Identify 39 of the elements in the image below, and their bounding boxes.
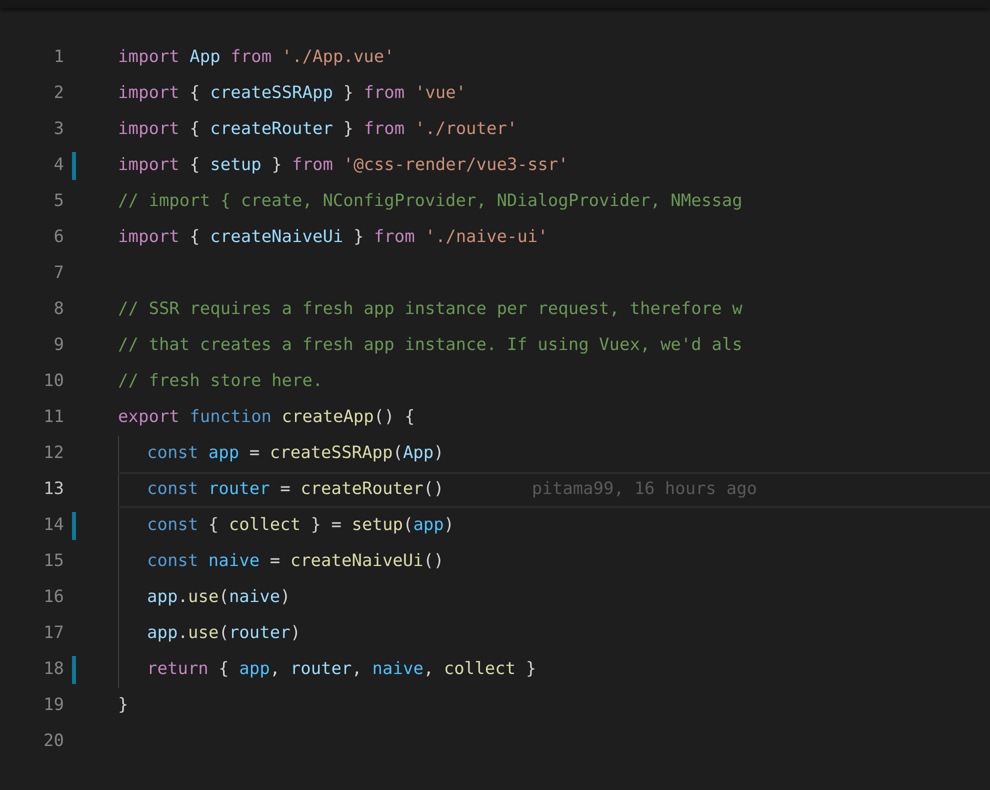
line-number: 8 xyxy=(52,298,64,322)
code-line: import { setup } from '@css-render/vue3-ssr' xyxy=(118,154,568,178)
line-number: 11 xyxy=(42,406,64,430)
line-number: 10 xyxy=(42,370,64,394)
code-line: // SSR requires a fresh app instance per request, therefore w xyxy=(118,298,742,322)
line-number: 17 xyxy=(42,622,64,646)
line-number: 7 xyxy=(52,262,64,286)
line-number: 16 xyxy=(42,586,64,610)
line-number: 20 xyxy=(42,730,64,754)
line-number: 3 xyxy=(52,118,64,142)
line-number: 5 xyxy=(52,190,64,214)
code-line: import { createSSRApp } from 'vue' xyxy=(118,82,466,106)
code-line: export function createApp() { xyxy=(118,406,415,430)
code-line: const app = createSSRApp(App) xyxy=(147,442,444,466)
line-number: 12 xyxy=(42,442,64,466)
code-line: import { createRouter } from './router' xyxy=(118,118,518,142)
line-number: 18 xyxy=(42,658,64,682)
code-line: app.use(router) xyxy=(147,622,301,646)
code-line: } xyxy=(118,694,128,718)
line-number: 1 xyxy=(52,46,64,70)
line-number: 19 xyxy=(42,694,64,718)
line-number: 6 xyxy=(52,226,64,250)
line-number: 2 xyxy=(52,82,64,106)
line-number: 4 xyxy=(52,154,64,178)
line-number: 13 xyxy=(42,478,64,502)
line-number: 15 xyxy=(42,550,64,574)
code-line: // fresh store here. xyxy=(118,370,323,394)
code-line: const router = createRouter() xyxy=(147,478,444,502)
code-line: // import { create, NConfigProvider, NDialogProvider, NMessag xyxy=(118,190,742,214)
line-number: 14 xyxy=(42,514,64,538)
code-line: return { app, router, naive, collect } xyxy=(147,658,536,682)
code-line: import { createNaiveUi } from './naive-ui' xyxy=(118,226,548,250)
blame-annotation: pitama99, 16 hours ago xyxy=(532,478,758,502)
code-line: import App from './App.vue' xyxy=(118,46,394,70)
line-number: 9 xyxy=(52,334,64,358)
code-line: const { collect } = setup(app) xyxy=(147,514,454,538)
code-line: app.use(naive) xyxy=(147,586,290,610)
code-line: // that creates a fresh app instance. If using Vuex, we'd als xyxy=(118,334,742,358)
code-line: const naive = createNaiveUi() xyxy=(147,550,444,574)
